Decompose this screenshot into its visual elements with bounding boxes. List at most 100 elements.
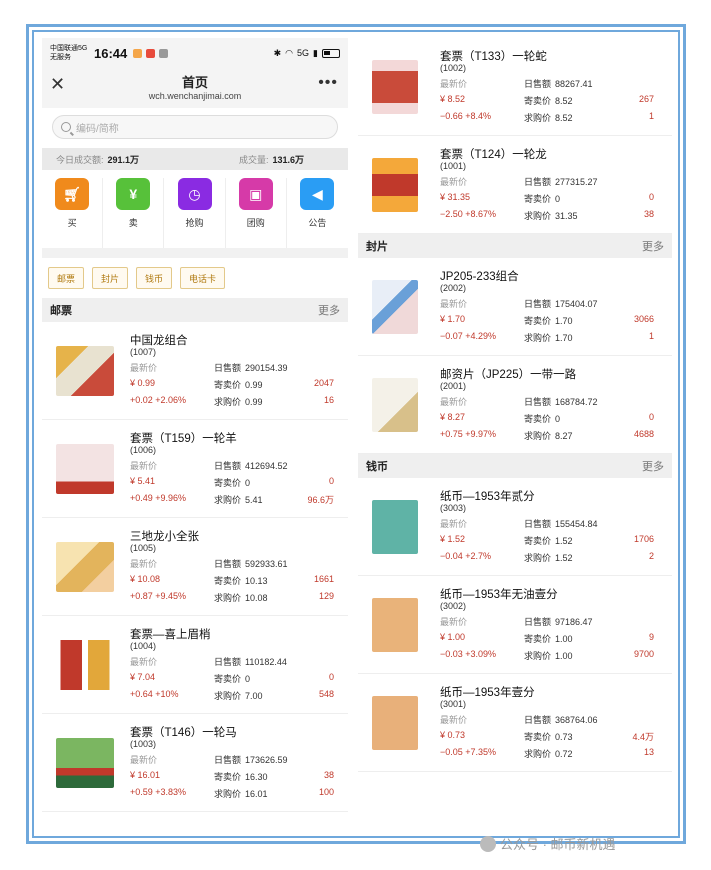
latest-price: ¥ 1.52	[440, 534, 466, 544]
item-name: 套票—喜上眉梢	[130, 629, 211, 641]
list-item[interactable]: 套票（T133）一轮蛇 (1002) 最新价 日售额 88267.41 ¥ 8.5…	[358, 38, 672, 136]
item-image	[56, 542, 114, 592]
list-item[interactable]: 套票—喜上眉梢 (1004) 最新价 日售额 110182.44 ¥ 7.04 寄…	[42, 616, 348, 714]
buy-count: 129	[318, 591, 334, 601]
buy-label: 求购价	[214, 789, 242, 799]
item-code: (1007)	[130, 347, 157, 357]
sell-count: 1661	[313, 574, 334, 584]
list-item[interactable]: 邮资片（JP225）一带一路 (2001) 最新价 日售额 168784.72 ¥…	[358, 356, 672, 454]
item-name: 纸币—1953年壹分	[440, 687, 535, 699]
buy-count: 1	[648, 331, 654, 341]
price-change: +0.64 +10%	[130, 689, 179, 699]
search-input[interactable]: 编码/简称	[52, 115, 338, 139]
more-link[interactable]: 更多	[642, 238, 664, 254]
daily-label: 日售额	[524, 79, 552, 89]
daily-label: 日售额	[524, 617, 552, 627]
shield-icon	[146, 48, 156, 58]
item-image	[56, 444, 114, 494]
category-coins[interactable]: 钱币	[136, 267, 173, 289]
daily-value: 97186.47	[555, 617, 593, 627]
daily-label: 日售额	[524, 397, 552, 407]
list-item[interactable]: 纸币—1953年无油壹分 (3002) 最新价 日售额 97186.47 ¥ 1.…	[358, 576, 672, 674]
app-notification-icon	[133, 48, 143, 58]
buy-count: 9700	[633, 649, 654, 659]
buy-label: 求购价	[524, 749, 552, 759]
buy-price: 10.08	[245, 593, 268, 603]
buy-price: 0.72	[555, 749, 573, 759]
item-name: 纸币—1953年贰分	[440, 491, 535, 503]
clock-icon: ◷	[177, 178, 212, 210]
price-change: −0.05 +7.35%	[440, 747, 497, 757]
section-covers: 封片 更多	[358, 234, 672, 258]
buy-price: 5.41	[245, 495, 263, 505]
more-link[interactable]: 更多	[318, 302, 340, 318]
category-phonecards[interactable]: 电话卡	[180, 267, 226, 289]
more-link[interactable]: 更多	[642, 458, 664, 474]
item-code: (2002)	[440, 283, 467, 293]
price-change: +0.59 +3.83%	[130, 787, 187, 797]
wallet-icon: ▣	[238, 178, 273, 210]
quick-notice[interactable]: ◀︎ 公告	[287, 178, 348, 248]
more-menu-icon[interactable]: •••	[318, 74, 338, 92]
quick-sell[interactable]: ¥ 卖	[103, 178, 165, 248]
search-icon	[61, 122, 71, 132]
sell-price: 1.00	[555, 634, 573, 644]
sell-price: 0	[555, 194, 561, 204]
list-item[interactable]: 中国龙组合 (1007) 最新价 日售额 290154.39 ¥ 0.99 寄卖价…	[42, 322, 348, 420]
quick-flash-buy[interactable]: ◷ 抢购	[164, 178, 226, 248]
daily-value: 592933.61	[245, 559, 288, 569]
sell-count: 0	[328, 476, 334, 486]
price-change: −0.07 +4.29%	[440, 331, 497, 341]
battery-icon	[322, 48, 340, 58]
list-item[interactable]: 纸币—1953年贰分 (3003) 最新价 日售额 155454.84 ¥ 1.5…	[358, 478, 672, 576]
price-change: +0.49 +9.96%	[130, 493, 187, 503]
list-item[interactable]: 三地龙小全张 (1005) 最新价 日售额 592933.61 ¥ 10.08 寄…	[42, 518, 348, 616]
stamp-list-continued: 套票（T133）一轮蛇 (1002) 最新价 日售额 88267.41 ¥ 8.5…	[358, 38, 672, 234]
sell-label: 寄卖价	[524, 634, 552, 644]
buy-count: 16	[323, 395, 334, 405]
list-item[interactable]: JP205-233组合 (2002) 最新价 日售额 175404.07 ¥ 1.…	[358, 258, 672, 356]
latest-label: 最新价	[440, 715, 468, 725]
sell-price: 0.73	[555, 732, 573, 742]
list-item[interactable]: 纸币—1953年壹分 (3001) 最新价 日售额 368764.06 ¥ 0.7…	[358, 674, 672, 772]
latest-price: ¥ 16.01	[130, 770, 161, 780]
yen-icon: ¥	[116, 178, 151, 210]
daily-label: 日售额	[214, 461, 242, 471]
quick-group-buy[interactable]: ▣ 团购	[226, 178, 287, 248]
wechat-icon	[480, 835, 496, 852]
item-image	[372, 500, 418, 554]
latest-price: ¥ 31.35	[440, 192, 471, 202]
close-icon[interactable]: ✕	[50, 74, 65, 95]
buy-price: 8.27	[555, 431, 573, 441]
buy-price: 16.01	[245, 789, 268, 799]
list-item[interactable]: 套票（T159）一轮羊 (1006) 最新价 日售额 412694.52 ¥ 5.…	[42, 420, 348, 518]
item-code: (1001)	[440, 161, 467, 171]
buy-label: 求购价	[524, 211, 552, 221]
sell-label: 寄卖价	[214, 772, 242, 782]
daily-label: 日售额	[214, 363, 242, 373]
quick-buy[interactable]: 🛒︎ 买	[42, 178, 104, 248]
sell-price: 0	[555, 414, 561, 424]
search-placeholder: 编码/简称	[76, 123, 119, 135]
buy-count: 100	[318, 787, 334, 797]
daily-label: 日售额	[524, 299, 552, 309]
list-item[interactable]: 套票（T146）一轮马 (1003) 最新价 日售额 173626.59 ¥ 16…	[42, 714, 348, 812]
item-code: (1005)	[130, 543, 157, 553]
daily-value: 175404.07	[555, 299, 598, 309]
cart-icon: 🛒︎	[55, 178, 90, 210]
category-stamps[interactable]: 邮票	[48, 267, 85, 289]
sell-label: 寄卖价	[524, 96, 552, 106]
item-code: (3001)	[440, 699, 467, 709]
daily-label: 日售额	[214, 559, 242, 569]
item-code: (2001)	[440, 381, 467, 391]
latest-label: 最新价	[130, 461, 158, 471]
item-name: 中国龙组合	[130, 335, 188, 347]
list-item[interactable]: 套票（T124）一轮龙 (1001) 最新价 日售额 277315.27 ¥ 31…	[358, 136, 672, 234]
item-image	[372, 60, 418, 114]
category-covers[interactable]: 封片	[92, 267, 129, 289]
sell-price: 1.70	[555, 316, 573, 326]
daily-value: 88267.41	[555, 79, 593, 89]
price-change: −2.50 +8.67%	[440, 209, 497, 219]
buy-count: 4688	[633, 429, 654, 439]
carrier-sub: 无服务	[50, 54, 71, 61]
